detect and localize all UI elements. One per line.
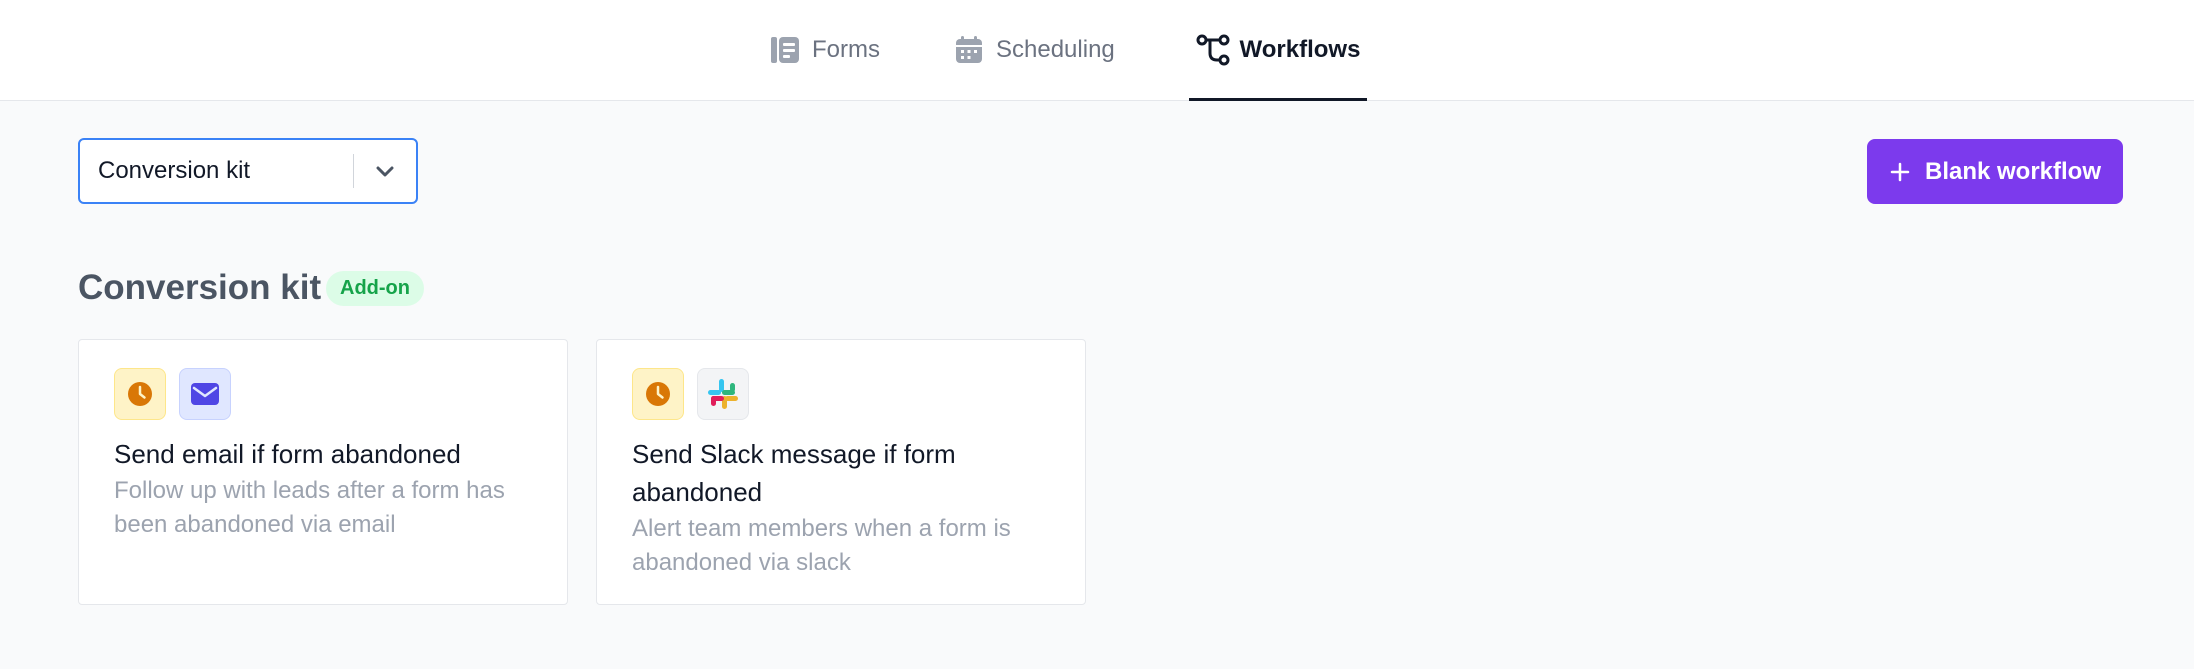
tab-workflows[interactable]: Workflows — [1189, 0, 1367, 101]
workflow-card-slack[interactable]: Send Slack message if form abandoned Ale… — [596, 339, 1086, 605]
forms-icon — [768, 33, 802, 67]
tab-forms[interactable]: Forms — [768, 0, 880, 100]
card-description: Follow up with leads after a form has be… — [114, 477, 505, 538]
card-icons — [114, 368, 244, 420]
tab-workflows-label: Workflows — [1239, 36, 1361, 63]
blank-workflow-button[interactable]: Blank workflow — [1867, 139, 2123, 204]
chevron-down-icon[interactable] — [354, 160, 416, 182]
clock-icon — [114, 368, 166, 420]
slack-icon — [697, 368, 749, 420]
card-icons — [632, 368, 762, 420]
kit-select[interactable]: Conversion kit — [78, 138, 418, 204]
blank-workflow-label: Blank workflow — [1924, 157, 2102, 185]
tab-scheduling[interactable]: Scheduling — [952, 0, 1115, 100]
mail-icon — [179, 368, 231, 420]
workflow-card-email[interactable]: Send email if form abandoned Follow up w… — [78, 339, 568, 605]
card-title: Send email if form abandoned — [114, 439, 461, 469]
clock-icon — [632, 368, 684, 420]
tab-forms-label: Forms — [812, 36, 880, 63]
addon-badge: Add-on — [326, 271, 424, 306]
plus-icon — [1889, 161, 1911, 183]
card-title: Send Slack message if form abandoned — [632, 439, 956, 507]
active-tab-indicator — [1189, 98, 1367, 101]
top-nav: Forms Scheduling Workflows — [0, 0, 2194, 101]
kit-select-value: Conversion kit — [98, 157, 251, 184]
tab-scheduling-label: Scheduling — [996, 36, 1115, 63]
workflow-icon — [1196, 33, 1230, 67]
calendar-icon — [952, 33, 986, 67]
section-title: Conversion kit — [78, 268, 322, 307]
card-description: Alert team members when a form is abando… — [632, 515, 1011, 576]
